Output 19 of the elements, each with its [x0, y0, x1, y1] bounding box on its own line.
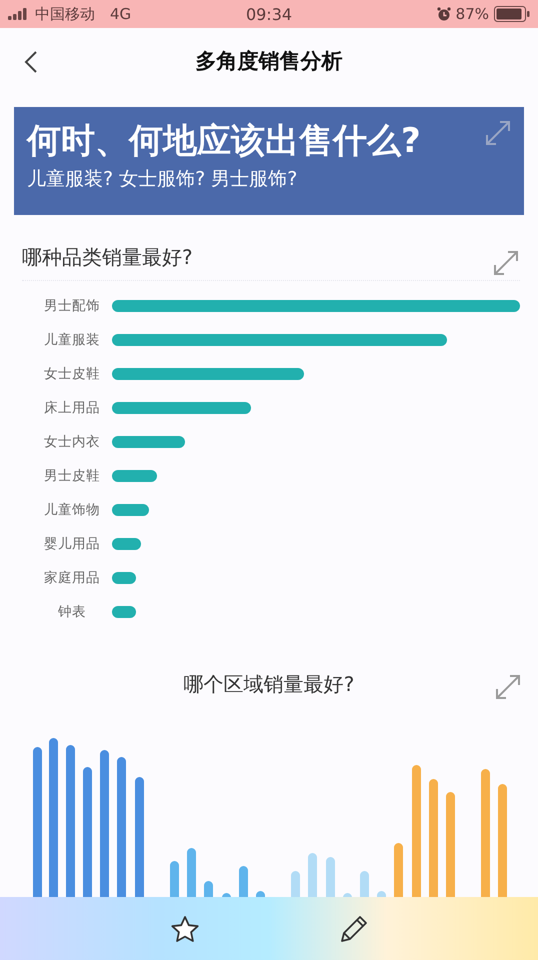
network-type: 4G	[110, 5, 132, 23]
category-label: 婴儿用品	[43, 535, 101, 553]
category-label: 床上用品	[43, 399, 101, 417]
category-label: 女士内衣	[43, 433, 101, 451]
category-label: 儿童服装	[43, 331, 101, 349]
carrier-name: 中国移动	[35, 4, 95, 24]
chart-title: 哪个区域销量最好?	[184, 670, 354, 698]
category-label: 男士皮鞋	[43, 467, 101, 485]
category-label: 男士配饰	[43, 297, 101, 315]
banner-subtitle: 儿童服装? 女士服饰? 男士服饰?	[27, 167, 298, 191]
category-label: 女士皮鞋	[43, 365, 101, 383]
page-title: 多角度销售分析	[196, 48, 342, 75]
category-label: 钟表	[57, 603, 87, 621]
category-label: 家庭用品	[43, 569, 101, 587]
battery-percent: 87%	[456, 5, 489, 23]
category-label: 儿童饰物	[43, 501, 101, 519]
chart-title: 哪种品类销量最好?	[22, 244, 193, 270]
banner-title: 何时、何地应该出售什么?	[27, 121, 421, 161]
clock-time: 09:34	[246, 4, 292, 24]
